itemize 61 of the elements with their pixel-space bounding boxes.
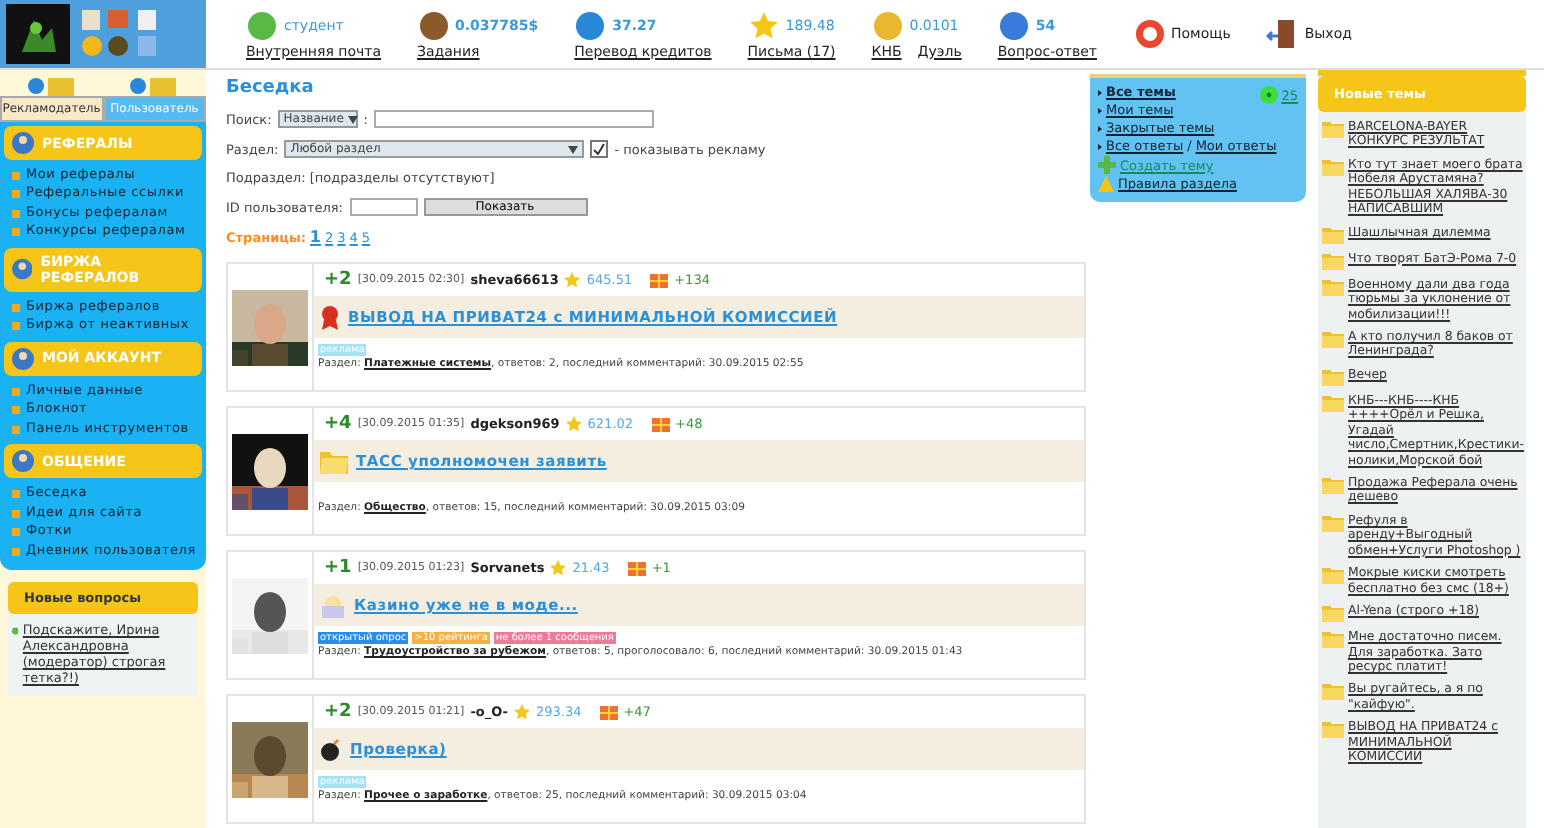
bullet-icon — [12, 322, 20, 331]
caret-icon — [568, 145, 579, 153]
coin-icon — [574, 9, 607, 41]
cake-icon — [320, 593, 346, 617]
gift-box-icon — [599, 704, 618, 720]
folder-icon — [1322, 120, 1344, 138]
folder-icon — [320, 449, 348, 473]
gift-box-icon — [651, 416, 670, 432]
bullet-icon — [12, 228, 20, 237]
post-score: +4 — [324, 414, 352, 434]
folder-icon — [1322, 476, 1344, 494]
bullet-icon — [12, 387, 20, 396]
bullet-icon — [12, 190, 20, 199]
star-icon — [564, 272, 581, 288]
folder-icon — [1322, 604, 1344, 623]
bullet-icon — [12, 303, 20, 312]
folder-icon — [1322, 367, 1344, 386]
post-score: +2 — [324, 270, 352, 290]
folder-icon — [1322, 277, 1344, 296]
folder-icon — [1322, 513, 1344, 532]
bullet-icon — [12, 490, 20, 499]
section-icon — [12, 258, 33, 281]
plus-icon — [1098, 156, 1116, 174]
bomb-icon — [320, 737, 342, 761]
section-icon — [12, 132, 34, 154]
page-title: Беседка — [226, 78, 316, 98]
star-icon — [550, 560, 567, 576]
door-icon — [1266, 18, 1299, 50]
bullet-icon — [12, 425, 20, 434]
bullet-icon — [12, 528, 20, 537]
post-score: +1 — [324, 558, 352, 578]
ribbon-icon — [320, 305, 340, 329]
bullet-icon — [12, 509, 20, 518]
bullet-icon — [12, 209, 20, 218]
folder-icon — [1322, 630, 1344, 649]
section-icon — [12, 347, 34, 370]
folder-icon — [1322, 225, 1344, 244]
user-id-field[interactable] — [349, 198, 417, 216]
folder-icon — [1322, 157, 1344, 176]
section-icon — [12, 450, 34, 473]
caret-icon — [347, 115, 358, 123]
gift-box-icon — [650, 272, 669, 288]
lifebuoy-icon — [1133, 18, 1165, 50]
star-icon — [747, 9, 780, 41]
folder-icon — [1322, 566, 1344, 585]
checkbox[interactable] — [590, 140, 609, 158]
folder-icon — [1322, 329, 1344, 348]
gift-box-icon — [627, 560, 646, 576]
search-field[interactable] — [373, 110, 654, 128]
folder-icon — [1322, 720, 1344, 739]
folder-icon — [1322, 393, 1344, 412]
star-icon — [565, 416, 582, 432]
post-score: +2 — [324, 702, 352, 722]
bullet-icon — [12, 547, 20, 556]
folder-icon — [1322, 251, 1344, 270]
bullet-icon — [12, 172, 20, 180]
warning-icon — [1098, 176, 1114, 192]
logo[interactable] — [6, 4, 70, 64]
bullet-icon — [12, 406, 20, 415]
folder-icon — [1322, 682, 1344, 701]
star-icon — [513, 704, 530, 720]
